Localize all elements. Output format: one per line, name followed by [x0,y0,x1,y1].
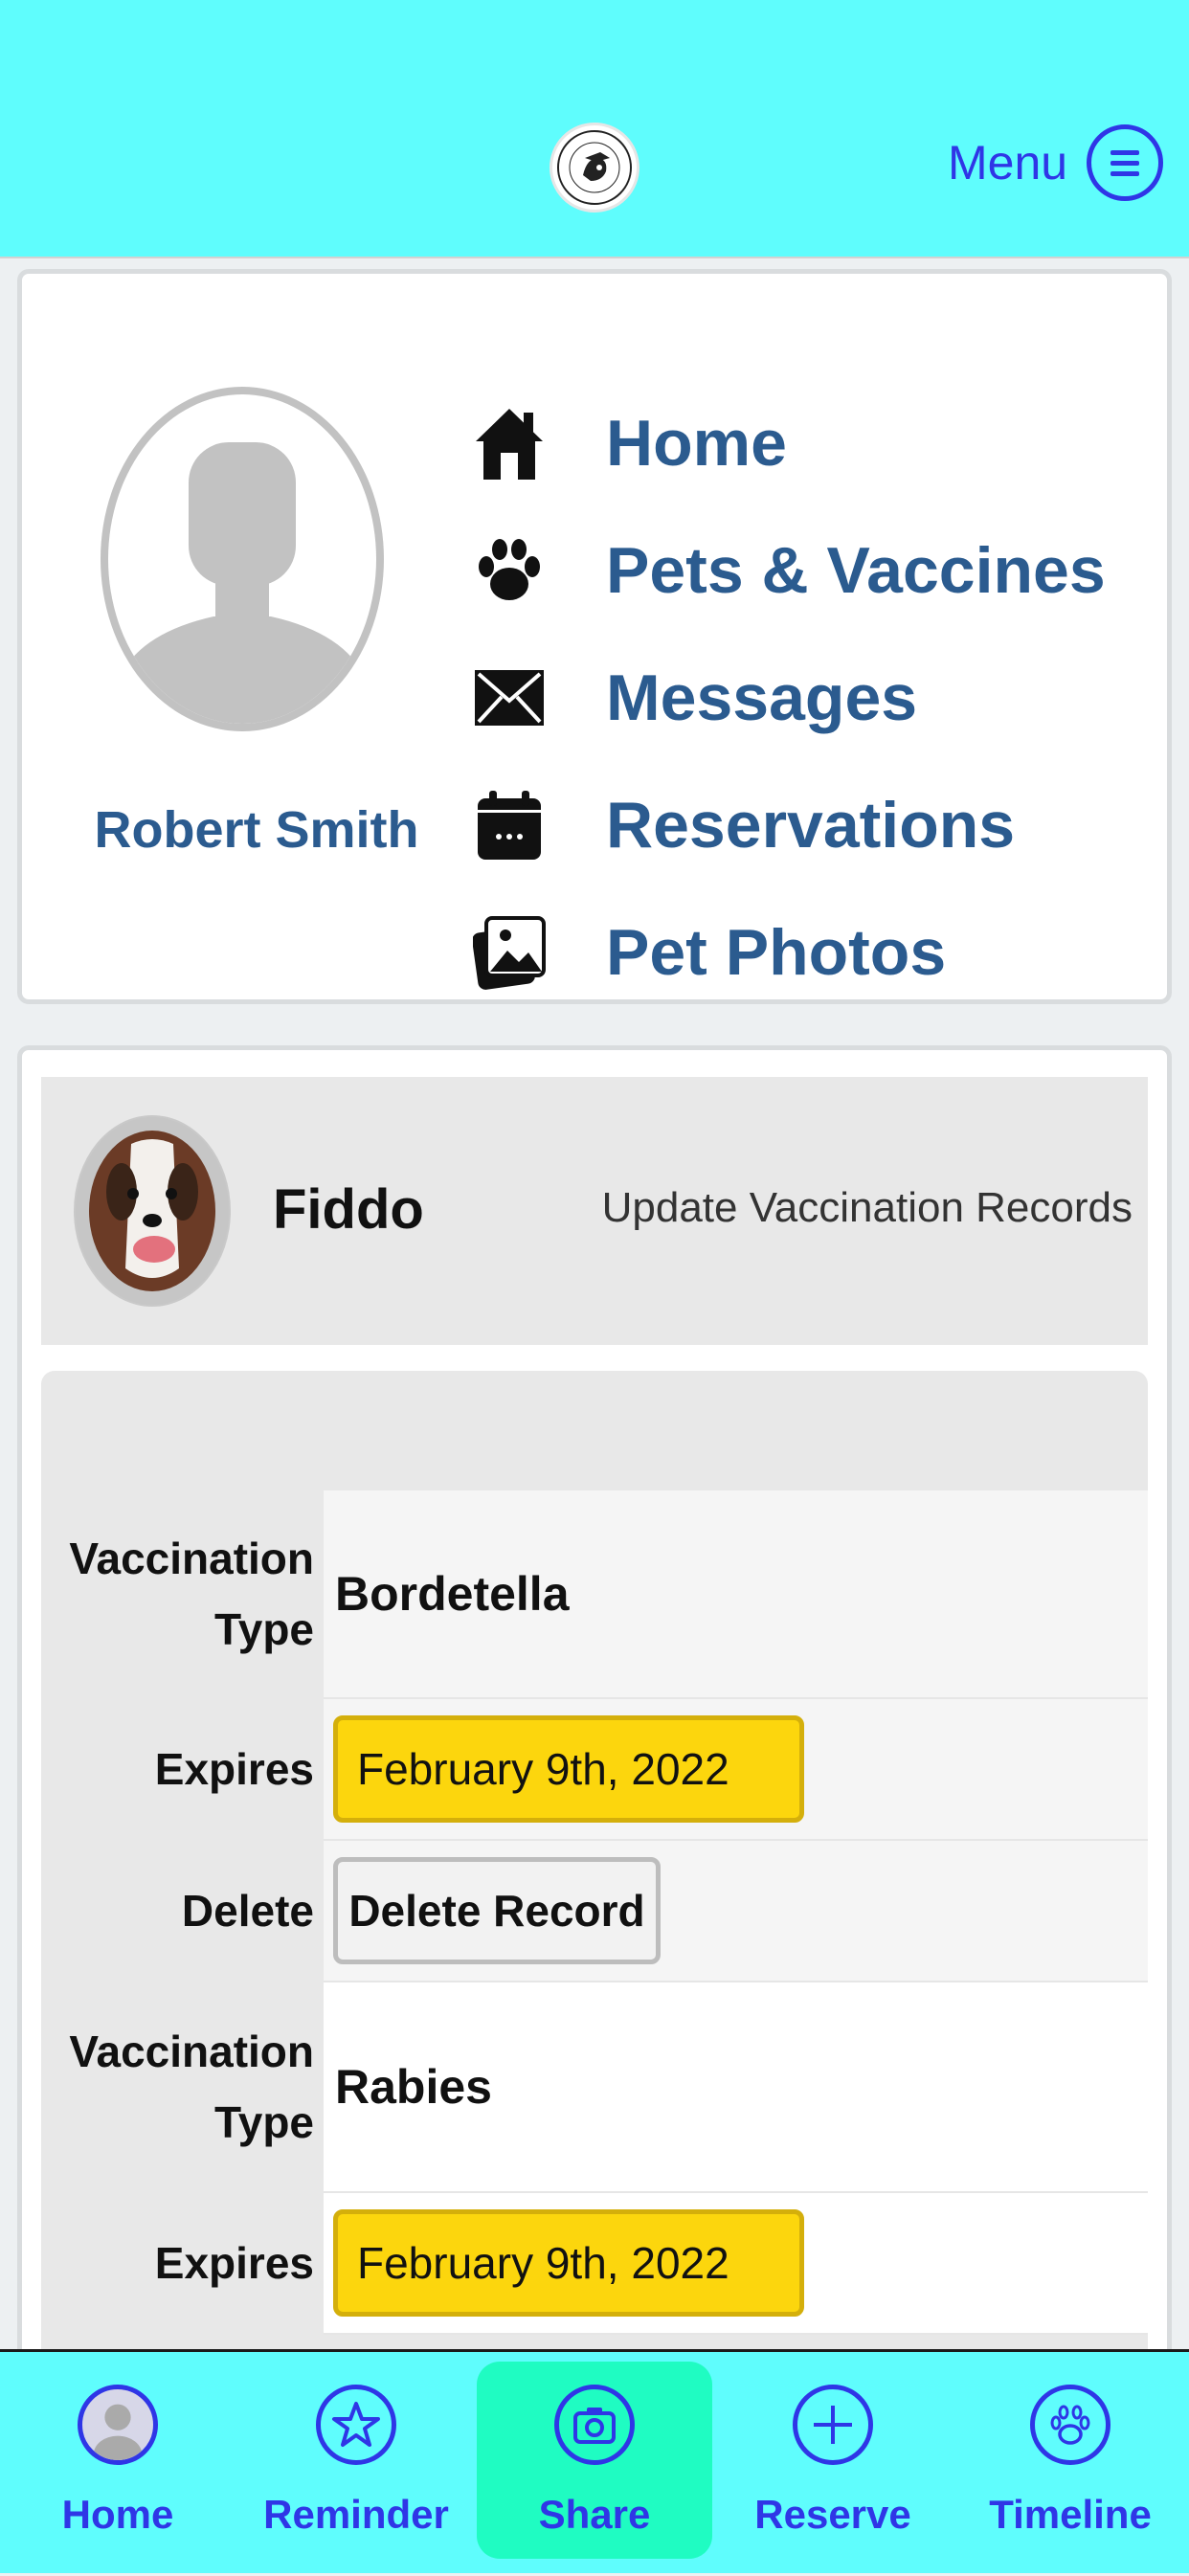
camera-icon [554,2385,635,2465]
profile-card: Robert Smith Home Pets & Vaccines Messag… [17,269,1172,1004]
school-logo[interactable] [550,123,639,213]
nav-item-pet-photos[interactable]: Pet Photos [472,905,946,1000]
pet-vaccines-card: Fiddo Update Vaccination Records Vaccina… [17,1045,1172,2386]
menu-control[interactable]: Menu [948,115,1164,211]
record-type-row: Vaccination Type Bordetella [41,1490,1148,1699]
vaccination-type-value: Rabies [324,1982,1148,2193]
menu-label[interactable]: Menu [948,135,1067,190]
tab-label: Reserve [754,2492,911,2537]
expires-value: February 9th, 2022 [324,1699,1148,1841]
home-icon [472,406,547,481]
tab-timeline[interactable]: Timeline [955,2352,1185,2576]
nav-item-reservations[interactable]: Reservations [472,777,1015,873]
app-header: Menu [0,0,1189,258]
tab-label: Timeline [989,2492,1152,2537]
vaccination-type-text: Rabies [335,2060,492,2114]
delete-record-button[interactable]: Delete Record [333,1857,661,1964]
photos-icon [472,915,547,990]
vaccination-type-value: Bordetella [324,1490,1148,1699]
tab-label: Reminder [263,2492,449,2537]
vaccination-records: Vaccination Type Bordetella Expires Febr… [41,1371,1148,2381]
plus-icon [793,2385,873,2465]
expires-label: Expires [154,1744,314,1795]
vaccination-type-label: Vaccination Type [69,2027,314,2147]
vaccination-type-label: Vaccination Type [69,1534,314,1654]
tab-label: Home [61,2492,174,2537]
paw-icon [472,533,547,608]
nav-label-messages[interactable]: Messages [606,661,917,735]
nav-label-home[interactable]: Home [606,406,787,481]
nav-item-messages[interactable]: Messages [472,650,917,746]
user-name: Robert Smith [94,801,419,859]
envelope-icon [472,661,547,735]
record-expires-row: Expires February 9th, 2022 [41,2193,1148,2335]
paw-icon [1030,2385,1110,2465]
nav-label-reservations[interactable]: Reservations [606,788,1015,862]
delete-label: Delete [181,1886,314,1937]
expires-date-button[interactable]: February 9th, 2022 [333,1715,804,1823]
record-expires-row: Expires February 9th, 2022 [41,1699,1148,1841]
pet-photo[interactable] [74,1115,231,1307]
pet-header: Fiddo Update Vaccination Records [41,1077,1148,1345]
calendar-icon [472,788,547,862]
record-delete-row: Delete Delete Record [41,1841,1148,1982]
star-icon [316,2385,396,2465]
user-avatar [101,387,384,731]
update-vaccination-records-link[interactable]: Update Vaccination Records [602,1184,1133,1232]
expires-label: Expires [154,2238,314,2289]
nav-item-pets-vaccines[interactable]: Pets & Vaccines [472,523,1106,618]
nav-label-pet-photos[interactable]: Pet Photos [606,915,946,990]
nav-item-home[interactable]: Home [472,395,787,491]
expires-value: February 9th, 2022 [324,2193,1148,2335]
nav-label-pets-vaccines[interactable]: Pets & Vaccines [606,533,1106,608]
menu-icon[interactable] [1087,124,1164,201]
tab-home[interactable]: Home [3,2352,233,2576]
tab-reserve[interactable]: Reserve [718,2352,948,2576]
user-icon [78,2385,158,2465]
bottom-tab-bar: Home Reminder Share Reserve Timeline [0,2349,1189,2573]
vaccination-type-text: Bordetella [335,1567,570,1621]
record-type-row: Vaccination Type Rabies [41,1982,1148,2193]
tab-reminder[interactable]: Reminder [241,2352,471,2576]
expires-date-button[interactable]: February 9th, 2022 [333,2209,804,2317]
pet-name: Fiddo [273,1178,424,1241]
tab-label: Share [538,2492,651,2537]
delete-value: Delete Record [324,1841,1148,1982]
tab-share[interactable]: Share [477,2362,712,2559]
